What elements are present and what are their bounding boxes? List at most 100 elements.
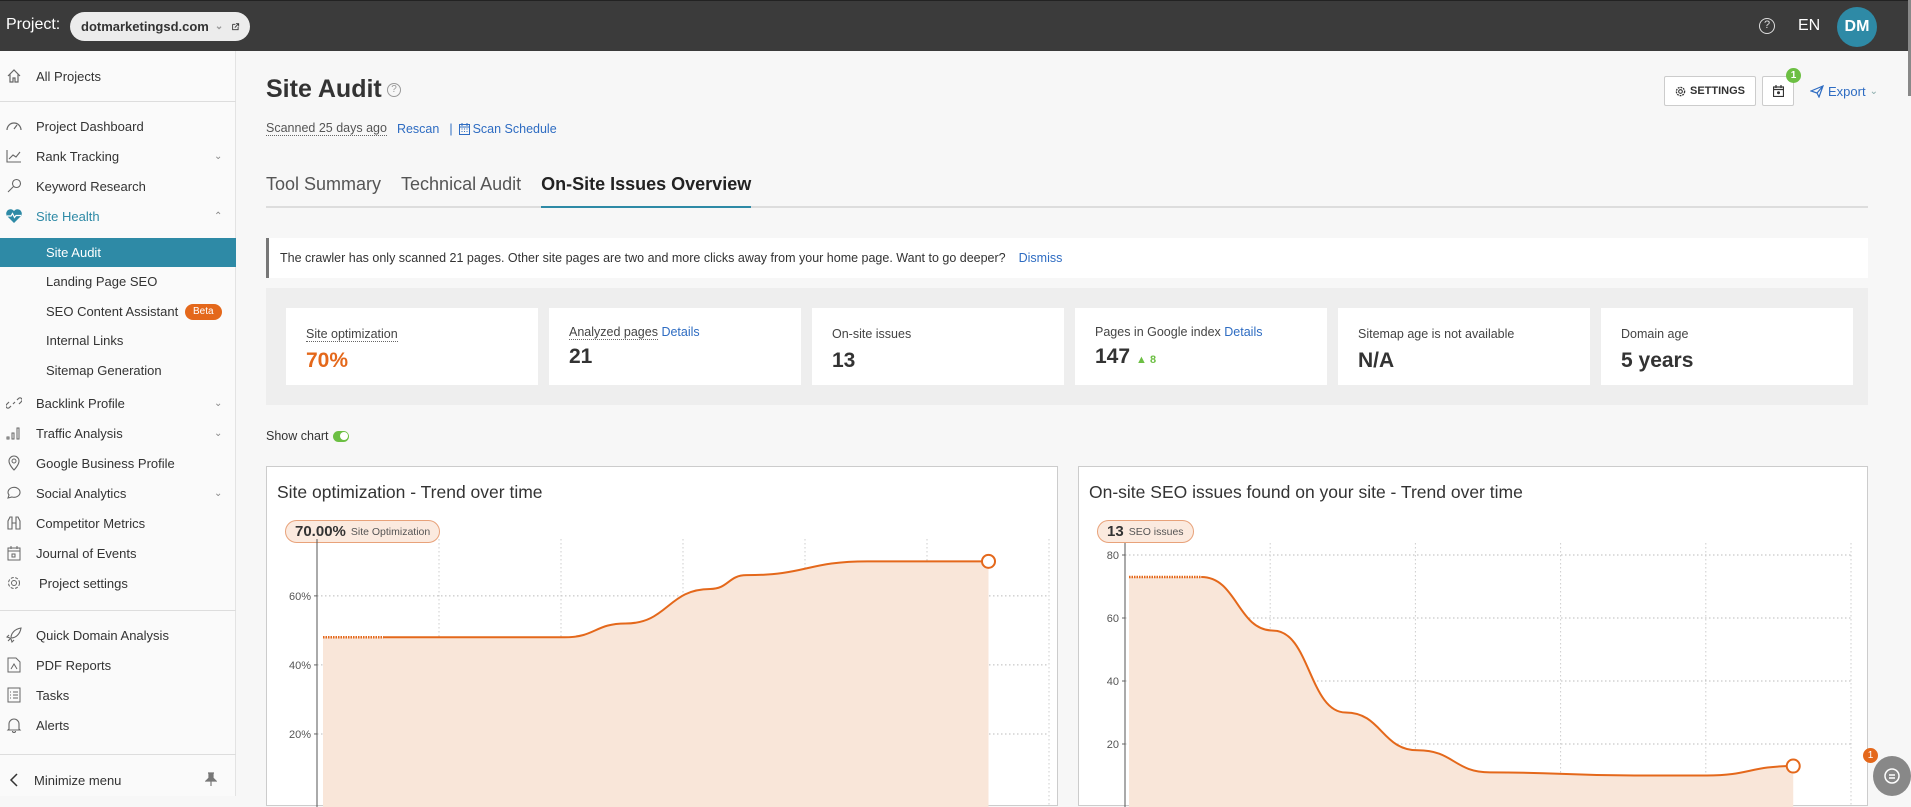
sidebar-item-traffic-analysis[interactable]: Traffic Analysis ⌄ xyxy=(0,418,236,448)
y-tick-label: 40% xyxy=(289,660,311,672)
sidebar-subitem-landing-page-seo[interactable]: Landing Page SEO xyxy=(0,267,236,296)
help-icon[interactable]: ? xyxy=(387,83,401,97)
area-fill xyxy=(323,561,989,807)
gear-icon xyxy=(1675,86,1686,96)
crawler-notice: The crawler has only scanned 21 pages. O… xyxy=(266,238,1868,278)
sidebar-item-keyword-research[interactable]: Keyword Research xyxy=(0,171,236,201)
sidebar-item-label: Alerts xyxy=(36,717,70,733)
project-selector[interactable]: dotmarketingsd.com ⌄ xyxy=(70,12,250,41)
sidebar-item-label: Internal Links xyxy=(46,333,124,348)
project-name: dotmarketingsd.com xyxy=(81,19,209,34)
tasks-icon xyxy=(5,686,23,704)
y-tick-label: 60% xyxy=(289,591,311,603)
link-icon xyxy=(5,394,23,412)
calendar-icon xyxy=(5,544,23,562)
sidebar-item-tasks[interactable]: Tasks xyxy=(0,680,236,710)
chevron-down-icon[interactable]: ⌄ xyxy=(214,428,222,439)
chart-line-icon xyxy=(5,147,23,165)
sidebar-item-label: Landing Page SEO xyxy=(46,274,158,289)
sidebar-item-label: Journal of Events xyxy=(36,545,137,561)
chevron-down-icon: ⌄ xyxy=(214,21,224,32)
page-title: Site Audit xyxy=(266,75,382,103)
scan-schedule-link[interactable]: Scan Schedule xyxy=(458,121,557,136)
sidebar-item-label: SEO Content Assistant xyxy=(46,304,179,319)
external-link-icon[interactable] xyxy=(231,20,240,34)
chevron-down-icon[interactable]: ⌄ xyxy=(214,398,222,409)
export-label: Export xyxy=(1828,83,1866,99)
sidebar-item-label: Keyword Research xyxy=(36,178,146,194)
tab-on-site-issues-overview[interactable]: On-Site Issues Overview xyxy=(541,171,752,208)
sidebar-item-label: All Projects xyxy=(36,68,102,84)
dismiss-link[interactable]: Dismiss xyxy=(1019,251,1063,265)
bell-icon xyxy=(5,716,23,734)
stat-label: Pages in Google index xyxy=(1095,325,1221,339)
sidebar-item-label: Competitor Metrics xyxy=(36,515,146,531)
help-icon[interactable]: ? xyxy=(1759,18,1775,34)
stat-value: 70% xyxy=(306,349,349,372)
chevron-up-icon[interactable]: ⌃ xyxy=(214,211,222,222)
details-link[interactable]: Details xyxy=(661,325,699,339)
tab-tool-summary[interactable]: Tool Summary xyxy=(266,171,381,208)
bar-chart-icon xyxy=(5,424,23,442)
sidebar-item-project-settings[interactable]: Project settings xyxy=(0,568,236,598)
sidebar-item-social-analytics[interactable]: Social Analytics ⌄ xyxy=(0,478,236,508)
minimize-menu-button[interactable]: Minimize menu xyxy=(0,765,236,795)
settings-button[interactable]: SETTINGS xyxy=(1664,76,1757,106)
sidebar-item-competitor-metrics[interactable]: Competitor Metrics xyxy=(0,508,236,538)
details-link[interactable]: Details xyxy=(1224,325,1262,339)
chat-button[interactable] xyxy=(1873,756,1911,796)
key-icon xyxy=(5,177,23,195)
sidebar-item-label: Backlink Profile xyxy=(36,395,125,411)
show-chart-toggle[interactable] xyxy=(332,430,349,442)
export-button[interactable]: Export ⌄ xyxy=(1810,84,1878,99)
language-selector[interactable]: EN xyxy=(1798,17,1820,35)
sidebar-item-all-projects[interactable]: All Projects xyxy=(0,61,236,91)
stat-value: 21 xyxy=(569,345,593,368)
sidebar-item-quick-domain-analysis[interactable]: Quick Domain Analysis xyxy=(0,620,236,650)
sidebar-subitem-internal-links[interactable]: Internal Links xyxy=(0,326,236,355)
sidebar-item-project-dashboard[interactable]: Project Dashboard xyxy=(0,111,236,141)
divider xyxy=(0,101,236,102)
chat-icon xyxy=(1884,768,1900,784)
tab-technical-audit[interactable]: Technical Audit xyxy=(401,171,521,208)
sidebar-subitem-seo-content-assistant[interactable]: SEO Content Assistant Beta xyxy=(0,297,236,326)
scan-schedule-label: Scan Schedule xyxy=(472,121,557,136)
stat-card-site-optimization: Site optimization 70% xyxy=(286,308,538,385)
stat-value: N/A xyxy=(1358,349,1395,372)
last-point-marker xyxy=(981,553,996,569)
sidebar-item-label: Rank Tracking xyxy=(36,148,120,164)
avatar[interactable]: DM xyxy=(1837,7,1877,47)
binoculars-icon xyxy=(5,514,23,532)
sidebar-item-google-business-profile[interactable]: Google Business Profile xyxy=(0,448,236,478)
sidebar-item-label: Project Dashboard xyxy=(36,118,144,134)
sidebar-item-journal-of-events[interactable]: Journal of Events xyxy=(0,538,236,568)
sidebar: All Projects Project Dashboard Rank Trac… xyxy=(0,51,236,796)
sidebar-item-label: Social Analytics xyxy=(36,485,127,501)
scan-date: Scanned 25 days ago xyxy=(266,121,387,136)
sidebar-item-backlink-profile[interactable]: Backlink Profile ⌄ xyxy=(0,388,236,418)
stat-label: On-site issues xyxy=(832,327,912,341)
schedule-button[interactable]: 1 xyxy=(1762,68,1802,106)
show-chart-label: Show chart xyxy=(266,429,329,443)
rescan-link[interactable]: Rescan xyxy=(397,122,439,136)
sidebar-subitem-sitemap-generation[interactable]: Sitemap Generation xyxy=(0,356,236,385)
pin-icon[interactable] xyxy=(204,771,218,789)
stat-label: Domain age xyxy=(1621,327,1689,341)
stat-value: 147 xyxy=(1095,345,1131,368)
chevron-down-icon[interactable]: ⌄ xyxy=(214,151,222,162)
sidebar-item-label: PDF Reports xyxy=(36,657,112,673)
y-tick-label: 20 xyxy=(1107,739,1119,751)
sidebar-subitem-site-audit[interactable]: Site Audit xyxy=(0,238,236,267)
show-chart-control: Show chart xyxy=(266,429,349,443)
stat-value: 5 years xyxy=(1621,349,1694,372)
chart-svg: 20% 40% 60% xyxy=(289,539,1050,807)
sidebar-item-label: Sitemap Generation xyxy=(46,363,162,378)
sidebar-item-site-health[interactable]: Site Health ⌃ xyxy=(0,201,236,231)
stat-card-sitemap-age: Sitemap age is not available N/A xyxy=(1338,308,1590,385)
sidebar-item-alerts[interactable]: Alerts xyxy=(0,710,236,740)
chevron-down-icon[interactable]: ⌄ xyxy=(214,488,222,499)
stat-label: Analyzed pages xyxy=(569,325,658,340)
gear-icon xyxy=(5,574,23,592)
sidebar-item-pdf-reports[interactable]: PDF Reports xyxy=(0,650,236,680)
sidebar-item-rank-tracking[interactable]: Rank Tracking ⌄ xyxy=(0,141,236,171)
